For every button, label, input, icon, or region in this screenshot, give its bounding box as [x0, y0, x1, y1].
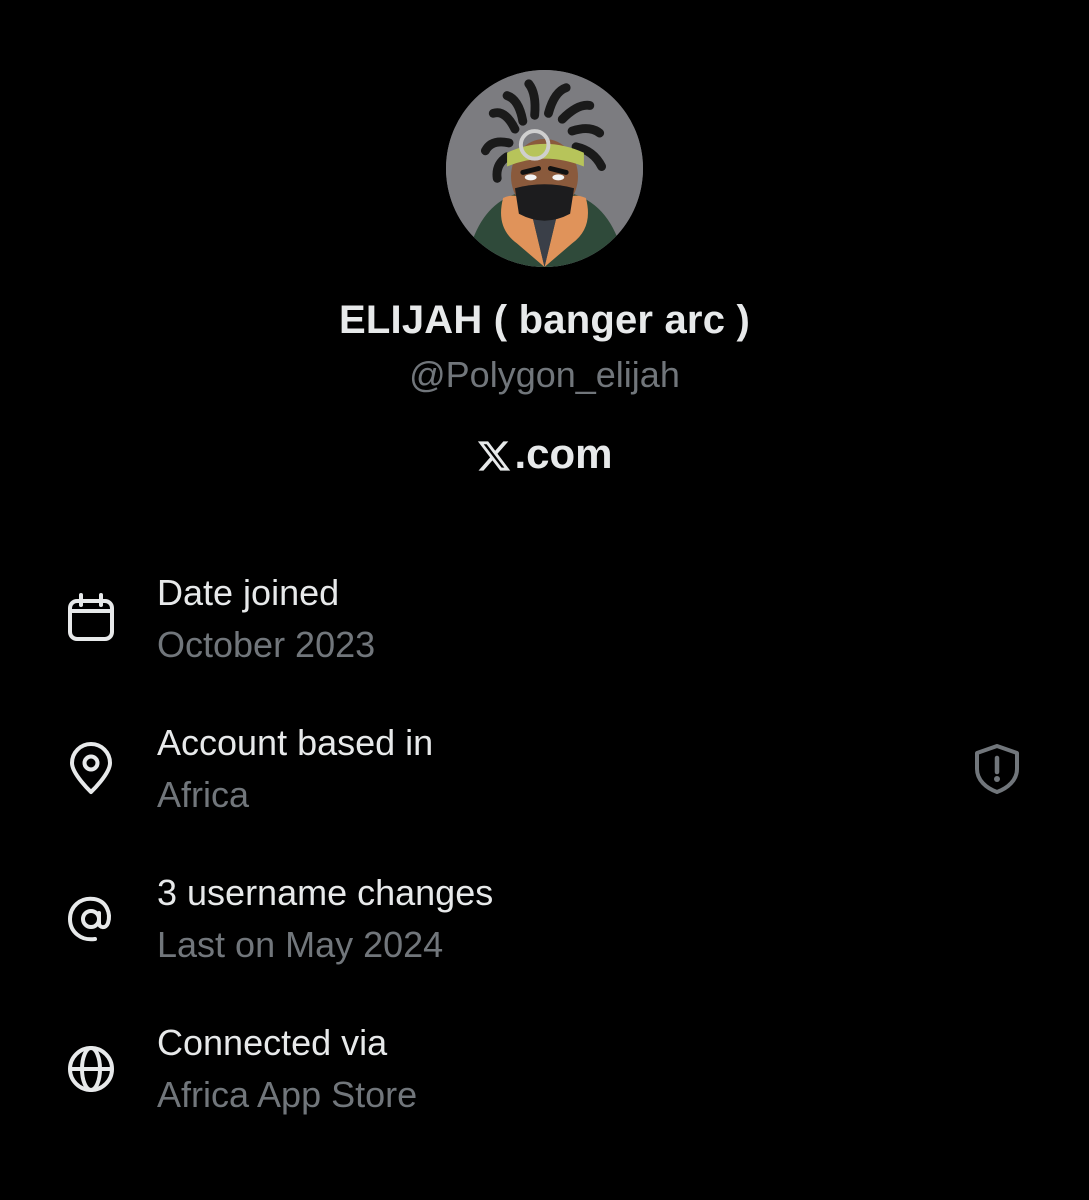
x-logo-icon — [476, 436, 512, 472]
detail-row-connected-via: Connected via Africa App Store — [0, 1022, 1089, 1122]
shield-alert-icon[interactable] — [970, 742, 1024, 796]
detail-title: Date joined — [157, 572, 340, 613]
location-pin-icon — [64, 742, 118, 796]
detail-value: Africa — [157, 774, 250, 815]
avatar[interactable] — [446, 70, 643, 267]
display-name: ELIJAH ( banger arc ) — [339, 298, 750, 342]
at-sign-icon — [64, 892, 118, 946]
avatar-illustration — [446, 70, 643, 267]
site-domain-text: .com — [514, 430, 613, 477]
detail-row-date-joined: Date joined October 2023 — [0, 572, 1089, 672]
detail-row-account-based-in[interactable]: Account based in Africa — [0, 722, 1089, 822]
detail-value: October 2023 — [157, 624, 376, 665]
site-label[interactable]: .com — [0, 430, 1089, 478]
detail-title: Connected via — [157, 1022, 388, 1063]
detail-title: Account based in — [157, 722, 434, 763]
username-handle: @Polygon_elijah — [409, 354, 680, 395]
detail-value: Africa App Store — [157, 1074, 418, 1115]
globe-icon — [64, 1042, 118, 1096]
calendar-icon — [64, 592, 118, 646]
detail-value: Last on May 2024 — [157, 924, 444, 965]
detail-title: 3 username changes — [157, 872, 494, 913]
detail-row-username-changes: 3 username changes Last on May 2024 — [0, 872, 1089, 972]
